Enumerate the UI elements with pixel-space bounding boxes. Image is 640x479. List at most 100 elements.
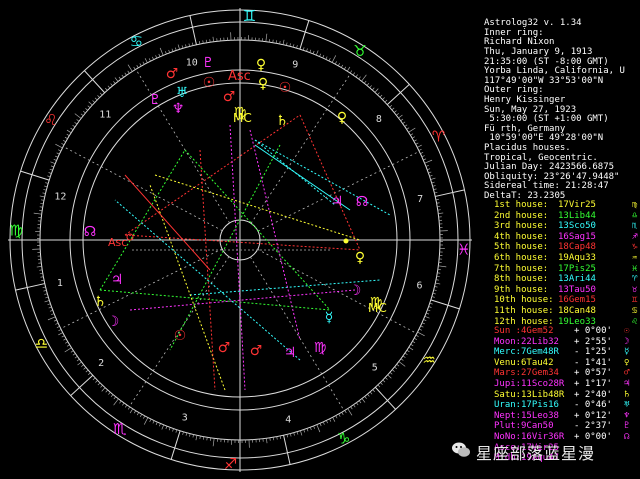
house-number: 7 [417, 194, 423, 205]
planet-latitude: - 2°37' [574, 421, 612, 432]
zodiac-sign-icon: ♐ [224, 455, 237, 473]
degree-tick [391, 107, 395, 111]
degree-tick [387, 374, 392, 379]
house-value: 18Can48 [558, 305, 596, 316]
planet-glyph-icon: ☉ [279, 80, 292, 96]
degree-tick [404, 352, 408, 356]
house-row: 7th house: 17Pis25 ♓ [494, 264, 640, 275]
degree-tick [76, 119, 80, 122]
mc-label: MC [233, 111, 252, 125]
degree-tick [266, 438, 268, 444]
planet-latitude: - 1°25' [574, 347, 612, 358]
planet-glyph-icon: ♇ [624, 421, 630, 432]
degree-tick [296, 45, 298, 49]
degree-tick [119, 400, 122, 404]
degree-tick [74, 113, 82, 119]
degree-tick [87, 372, 91, 375]
house-number: 4 [285, 415, 291, 426]
planet-name: Uran: [494, 400, 522, 411]
degree-tick [421, 322, 425, 325]
planet-position: 4Gem52 [521, 326, 554, 336]
degree-tick [195, 435, 198, 441]
planet-name: Jupi: [494, 378, 522, 389]
planet-latitude: + 1°17' [574, 378, 612, 389]
sign-glyph-icon: ♊ [632, 295, 638, 306]
degree-tick [364, 396, 367, 399]
sign-boundary-line [70, 374, 94, 396]
degree-tick [402, 121, 406, 124]
house-label: 9th house: [494, 284, 549, 295]
degree-tick [92, 377, 96, 381]
planet-row: Jupi: 11Sco28R + 1°17' ♃ [484, 379, 640, 390]
degree-tick [424, 159, 433, 164]
planet-dot [343, 238, 349, 244]
degree-tick [127, 64, 133, 72]
planet-latitude: + 0°57' [574, 368, 612, 379]
degree-tick [42, 286, 46, 289]
degree-tick [65, 341, 68, 344]
sign-boundary-line [299, 20, 310, 50]
sign-glyph-icon: ♈ [632, 274, 638, 285]
degree-tick [389, 372, 393, 375]
degree-tick [144, 58, 148, 63]
planet-glyph-icon: ♅ [624, 400, 630, 411]
zodiac-sign-icon: ♌ [44, 111, 57, 129]
degree-tick [136, 412, 140, 416]
wechat-icon [452, 442, 470, 457]
house-number: 1 [57, 278, 63, 289]
planet-glyph-icon: ♆ [624, 410, 630, 421]
degree-tick [292, 44, 295, 48]
degree-tick [133, 66, 136, 70]
degree-tick [168, 427, 171, 431]
degree-tick [108, 392, 111, 395]
chart-info: Astrolog32 v. 1.34 Inner ring: Richard Nix… [484, 19, 640, 201]
planet-position: 22Lib32 [521, 336, 559, 347]
sign-glyph-icon: ♏ [632, 221, 638, 232]
planet-name: Mars: [494, 368, 522, 379]
degree-tick [346, 66, 351, 72]
aspect-line [169, 144, 281, 351]
degree-tick [55, 322, 59, 325]
degree-tick [432, 185, 436, 187]
planet-latitude: - 0°46' [574, 400, 612, 411]
planet-position: 6Tau42 [521, 357, 554, 368]
house-number: 9 [292, 59, 298, 70]
degree-tick [432, 292, 436, 295]
degree-tick [328, 58, 331, 62]
degree-tick [122, 402, 125, 406]
house-number: 12 [54, 191, 66, 202]
degree-tick [410, 343, 414, 347]
degree-tick [40, 276, 44, 278]
degree-tick [394, 366, 398, 370]
degree-tick [349, 70, 353, 74]
degree-tick [438, 212, 444, 214]
degree-tick [289, 43, 291, 47]
degree-tick [398, 114, 403, 119]
degree-tick [58, 332, 63, 336]
planet-glyph-icon: ♂ [250, 343, 263, 359]
degree-tick [398, 361, 406, 367]
degree-tick [392, 369, 395, 372]
degree-tick [39, 195, 45, 198]
degree-tick [139, 63, 142, 67]
zodiac-sign-icon: ♉ [353, 42, 366, 60]
degree-tick [417, 331, 425, 337]
degree-tick [161, 424, 165, 430]
degree-tick [181, 45, 184, 49]
degree-tick [45, 182, 49, 184]
sign-glyph-icon: ♉ [632, 284, 638, 295]
degree-tick [99, 92, 103, 96]
degree-tick [45, 296, 49, 299]
degree-tick [44, 185, 48, 188]
degree-tick [165, 51, 167, 55]
degree-tick [358, 400, 362, 404]
planet-row: Satu: 13Lib48R + 2°40' ♄ [484, 390, 640, 401]
degree-tick [44, 293, 48, 295]
planet-glyph-icon: ♃ [624, 378, 630, 389]
degree-tick [189, 433, 191, 437]
degree-tick [414, 337, 417, 341]
degree-tick [58, 329, 62, 332]
degree-tick [426, 312, 430, 315]
degree-tick [74, 356, 78, 359]
house-label: 1st house: [494, 200, 549, 210]
